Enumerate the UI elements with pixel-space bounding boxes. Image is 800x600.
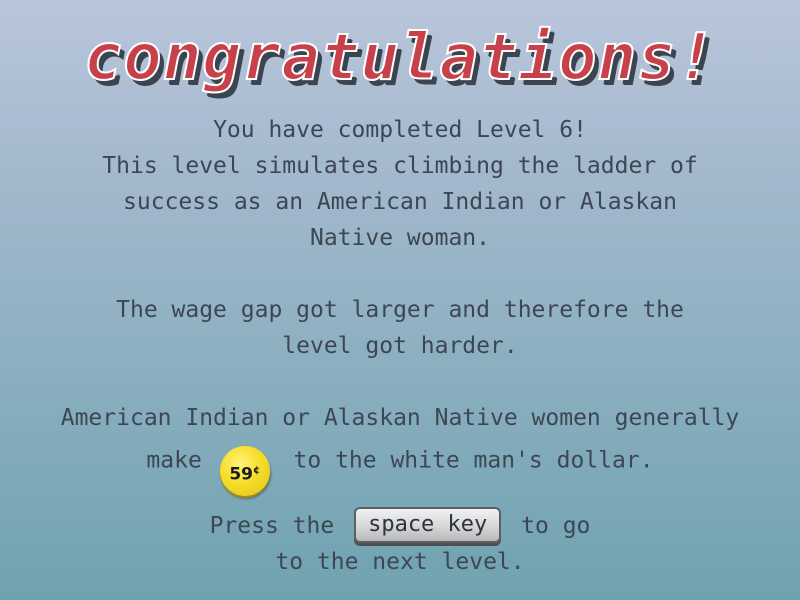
coin-cents-symbol: ¢ [253,465,260,476]
earnings-dollar-text: to the white man's dollar. [293,447,654,474]
press-the-text: Press the [209,513,335,539]
level-complete-screen: congratulations! You have completed Leve… [0,0,800,600]
press-key-line-1: Press the space key to go [0,506,800,545]
earnings-line-2: make 59¢ to the white man's dollar. [0,436,800,496]
wage-gap-line-2: level got harder. [282,333,518,359]
space-key-button[interactable]: space key [354,506,502,543]
wage-gap-line-1: The wage gap got larger and therefore th… [116,297,684,323]
press-key-line-2: to the next level. [275,549,525,575]
level-description-line-2: success as an American Indian or Alaskan [123,189,677,215]
coin-icon: 59¢ [219,446,270,496]
earnings-line-1: American Indian or Alaskan Native women … [60,405,740,431]
earnings-make-text: make [146,447,202,474]
level-description-line-1: This level simulates climbing the ladder… [102,153,698,179]
to-go-text: to go [521,513,591,539]
level-completed-text: You have completed Level 6! [213,117,587,143]
level-description-line-3: Native woman. [309,225,490,251]
congratulations-title: congratulations! [83,20,717,96]
coin-value: 59 [229,464,254,485]
